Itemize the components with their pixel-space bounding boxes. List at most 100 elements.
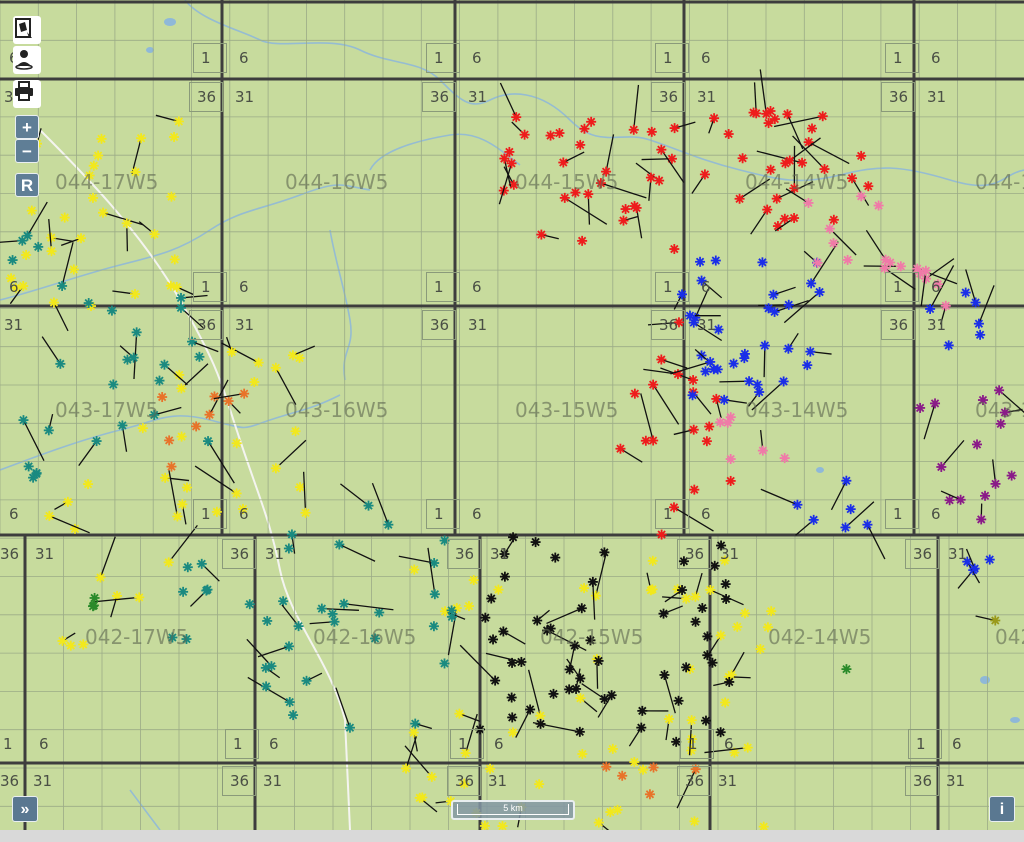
well-symbol [769,114,780,125]
well-path [49,515,90,534]
well-symbol [768,289,779,300]
well-symbol [766,606,777,617]
well-symbol [689,484,700,495]
section-number: 1 [233,735,243,753]
well-symbol [638,764,649,775]
well-path [194,465,237,494]
well-symbol [873,200,884,211]
well-symbol [590,590,601,601]
well-symbol [805,346,816,357]
scale-bar: 5 km [451,800,575,820]
well-symbol [925,303,936,314]
well-symbol [575,139,586,150]
well-symbol [327,608,338,619]
well-symbol [576,603,587,614]
section-number: 1 [916,735,926,753]
expand-panel-button[interactable]: » [12,796,38,822]
well-symbol [734,193,745,204]
section-number: 6 [472,278,482,296]
section-number: 36 [197,316,217,334]
well-symbol [176,431,187,442]
section-number: 6 [239,278,249,296]
well-symbol [579,123,590,134]
zoom-in-button[interactable]: + [15,115,39,139]
section-number: 6 [472,49,482,67]
lake-0 [164,18,176,26]
well-path [652,384,680,425]
well-symbol [689,816,700,827]
section-number: 6 [494,735,504,753]
section-number: 6 [39,735,49,753]
well-symbol [701,436,712,447]
zoom-out-button[interactable]: − [15,139,39,163]
river-1 [0,184,371,301]
reset-view-button[interactable]: R [15,173,39,197]
well-path [663,674,676,714]
printer-icon [15,81,33,101]
info-button[interactable]: i [989,796,1015,822]
well-path [168,470,179,517]
well-path [499,82,517,118]
well-path [131,138,142,174]
well-symbol [975,329,986,340]
well-symbol [536,229,547,240]
well-symbol [176,383,187,394]
section-number: 36 [197,88,217,106]
well-symbol [702,631,713,642]
print-button[interactable] [13,80,41,108]
well-symbol [344,722,355,733]
well-symbol [128,352,139,363]
map-legend-button[interactable] [13,16,41,44]
well-symbol [587,576,598,587]
well-path [808,141,850,165]
well-symbol [806,278,817,289]
well-path [257,645,290,658]
well-path [371,482,389,525]
well-symbol [121,218,132,229]
well-symbol [93,150,104,161]
well-symbol [87,192,98,203]
well-symbol [43,425,54,436]
section-number: 6 [472,505,482,523]
well-symbol [669,123,680,134]
section-number: 6 [269,735,279,753]
well-path [923,403,936,440]
well-symbol [574,726,585,737]
section-number: 31 [265,545,285,563]
map-view[interactable]: 044-17W5 044-16W5 044-15W5 044-14W5 044-1 043… [0,0,1024,830]
well-path [605,134,615,172]
well-symbol [508,532,519,543]
well-symbol [955,494,966,505]
well-symbol [725,475,736,486]
section-number: 6 [239,49,249,67]
well-symbol [106,305,117,316]
well-symbol [91,436,102,447]
well-symbol [134,592,145,603]
well-symbol [175,302,186,313]
well-symbol [704,421,715,432]
section-number: 1 [201,49,211,67]
well-symbol [606,690,617,701]
section-number: 31 [33,772,53,790]
section-number: 1 [434,278,444,296]
township-label: 043-16W5 [285,398,389,422]
well-path [168,524,198,563]
well-symbol [463,601,474,612]
well-symbol [203,436,214,447]
well-symbol [1006,470,1017,481]
well-symbol [715,630,726,641]
well-symbol [780,158,791,169]
well-path [940,439,965,468]
well-symbol [498,626,509,637]
section-number: 1 [201,278,211,296]
section-number: 36 [913,545,933,563]
well-symbol [428,621,439,632]
well-path [515,709,531,738]
well-symbol [783,299,794,310]
well-symbol [677,585,688,596]
well-symbol [759,340,770,351]
well-path [503,630,526,645]
well-symbol [620,204,631,215]
well-path [598,822,610,830]
locate-button[interactable] [13,46,41,74]
